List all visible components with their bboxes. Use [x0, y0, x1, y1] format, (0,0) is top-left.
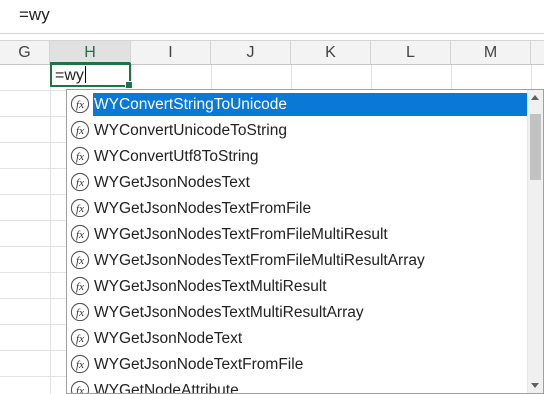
column-header-j[interactable]: J [211, 41, 291, 64]
svg-text:fx: fx [76, 333, 84, 345]
function-fx-icon: fx [70, 198, 90, 218]
autocomplete-item[interactable]: fx WYConvertStringToUnicode [67, 91, 527, 117]
svg-text:fx: fx [76, 255, 84, 267]
autocomplete-item-label: WYGetJsonNodeTextFromFile [94, 355, 304, 373]
scroll-thumb[interactable] [530, 114, 541, 180]
autocomplete-item-label: WYGetJsonNodesTextFromFileMultiResultArr… [94, 251, 425, 269]
autocomplete-item-label: WYGetJsonNodesTextMultiResultArray [94, 303, 364, 321]
autocomplete-item-label: WYGetJsonNodesTextMultiResult [94, 277, 327, 295]
grid-line [50, 65, 51, 394]
autocomplete-item-label: WYConvertUnicodeToString [94, 121, 287, 139]
column-header-l[interactable]: L [371, 41, 451, 64]
svg-text:fx: fx [76, 177, 84, 189]
autocomplete-item[interactable]: fx WYGetJsonNodesText [67, 169, 527, 195]
scroll-down-arrow-icon[interactable] [531, 383, 539, 388]
svg-text:fx: fx [76, 203, 84, 215]
function-autocomplete-list[interactable]: fx WYConvertStringToUnicode fx WYConvertUni… [66, 89, 544, 394]
active-cell-h[interactable]: =wy [50, 63, 133, 89]
function-fx-icon: fx [70, 146, 90, 166]
svg-text:fx: fx [76, 99, 84, 111]
autocomplete-item[interactable]: fx WYGetJsonNodeText [67, 325, 527, 351]
dropdown-scrollbar[interactable] [527, 90, 543, 393]
active-cell-value: =wy [55, 67, 84, 84]
svg-text:fx: fx [76, 151, 84, 163]
svg-text:fx: fx [76, 385, 84, 394]
formula-bar[interactable]: =wy [0, 0, 544, 34]
svg-text:fx: fx [76, 229, 84, 241]
column-header-i[interactable]: I [131, 41, 211, 64]
autocomplete-item[interactable]: fx WYGetJsonNodesTextMultiResultArray [67, 299, 527, 325]
formula-bar-text[interactable]: =wy [19, 5, 50, 25]
toolbar-gap [0, 34, 544, 41]
scroll-up-arrow-icon[interactable] [531, 95, 539, 100]
autocomplete-item-label: WYConvertStringToUnicode [93, 92, 527, 116]
svg-text:fx: fx [76, 307, 84, 319]
function-fx-icon: fx [70, 302, 90, 322]
autocomplete-item[interactable]: fx WYGetJsonNodesTextFromFileMultiResultA… [67, 247, 527, 273]
autocomplete-item[interactable]: fx WYGetJsonNodesTextFromFile [67, 195, 527, 221]
autocomplete-item-label: WYGetNodeAttribute [94, 381, 239, 394]
column-header-k[interactable]: K [291, 41, 371, 64]
text-caret [84, 66, 86, 83]
active-cell-text[interactable]: =wy [55, 66, 86, 85]
autocomplete-item-label: WYGetJsonNodesText [94, 173, 250, 191]
autocomplete-item[interactable]: fx WYGetJsonNodesTextMultiResult [67, 273, 527, 299]
autocomplete-item-label: WYGetJsonNodesTextFromFileMultiResult [94, 225, 388, 243]
column-header-h[interactable]: H [50, 41, 131, 64]
svg-text:fx: fx [76, 125, 84, 137]
svg-text:fx: fx [76, 281, 84, 293]
autocomplete-item[interactable]: fx WYConvertUtf8ToString [67, 143, 527, 169]
autocomplete-item[interactable]: fx WYGetNodeAttribute [67, 377, 527, 394]
autocomplete-item[interactable]: fx WYGetJsonNodesTextFromFileMultiResult [67, 221, 527, 247]
function-fx-icon: fx [70, 276, 90, 296]
function-fx-icon: fx [70, 354, 90, 374]
function-fx-icon: fx [70, 94, 90, 114]
autocomplete-item-label: WYGetJsonNodeText [94, 329, 243, 347]
function-fx-icon: fx [70, 120, 90, 140]
column-headers: G H I J K L M [0, 41, 544, 65]
column-header-m[interactable]: M [451, 41, 531, 64]
function-fx-icon: fx [70, 328, 90, 348]
autocomplete-item[interactable]: fx WYGetJsonNodeTextFromFile [67, 351, 527, 377]
function-fx-icon: fx [70, 224, 90, 244]
svg-text:fx: fx [76, 359, 84, 371]
function-fx-icon: fx [70, 172, 90, 192]
autocomplete-item-label: WYGetJsonNodesTextFromFile [94, 199, 312, 217]
autocomplete-item-label: WYConvertUtf8ToString [94, 147, 259, 165]
function-fx-icon: fx [70, 250, 90, 270]
fill-handle[interactable] [125, 81, 133, 89]
column-header-g[interactable]: G [0, 41, 50, 64]
autocomplete-item[interactable]: fx WYConvertUnicodeToString [67, 117, 527, 143]
function-fx-icon: fx [70, 380, 90, 394]
